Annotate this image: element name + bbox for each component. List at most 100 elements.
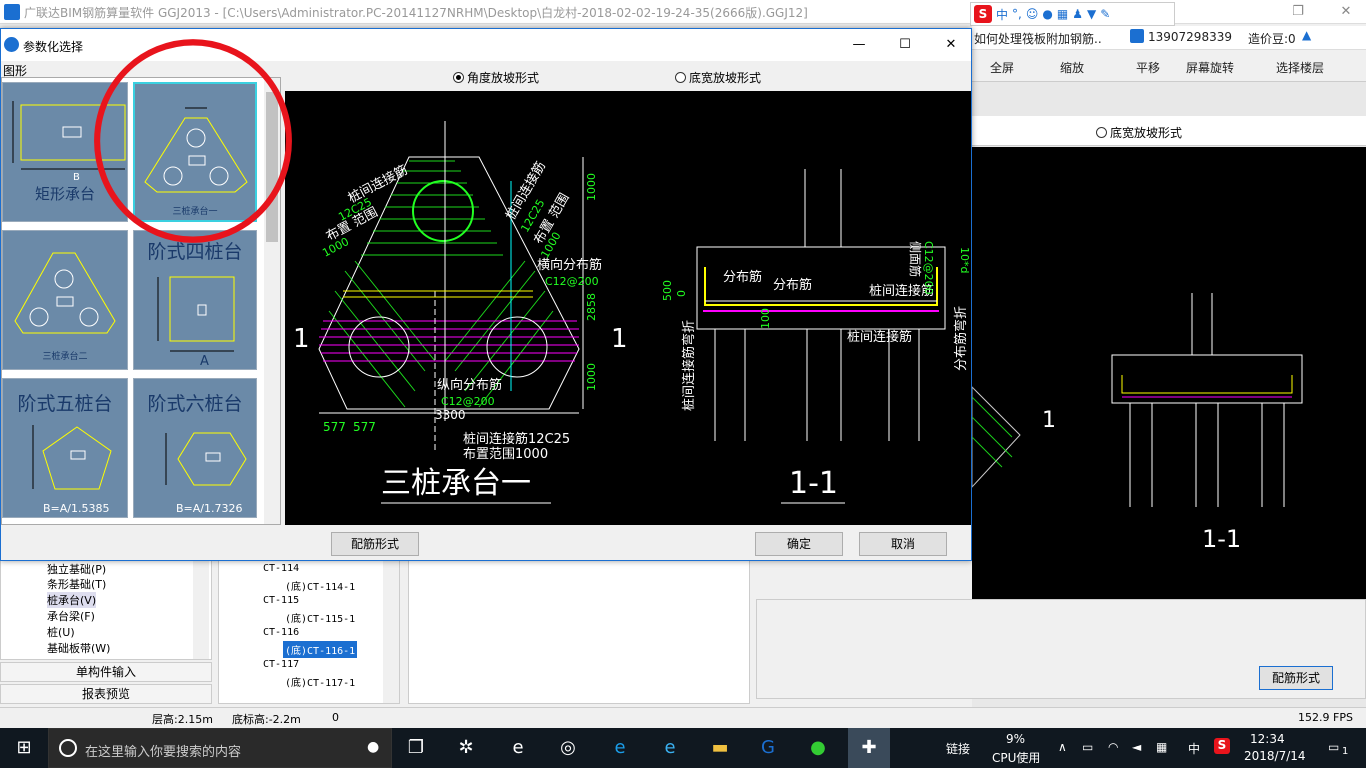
emoji-icon[interactable]: ☺	[1026, 7, 1039, 21]
shirt-icon[interactable]: ▼	[1087, 7, 1096, 21]
glodon-icon[interactable]: G	[756, 736, 780, 760]
lang-indicator[interactable]: 中	[1188, 740, 1200, 757]
volume-icon[interactable]: ◄	[1132, 740, 1141, 754]
swirl-app-icon[interactable]: ◎	[556, 736, 580, 760]
tray-chevron-icon[interactable]: ∧	[1058, 740, 1067, 754]
close-icon[interactable]: ✕	[941, 35, 961, 55]
fan-app-icon[interactable]: ✲	[454, 736, 478, 760]
bg-section-mark: 1	[1042, 408, 1056, 433]
zoom-button[interactable]: 缩放	[1060, 59, 1084, 76]
list-item[interactable]: (底)CT-115-1	[285, 610, 355, 625]
user-icon[interactable]: ♟	[1072, 7, 1083, 21]
wrench-icon[interactable]: ✎	[1100, 7, 1110, 21]
dim-577-b: 577	[353, 420, 376, 434]
list-scrollbar[interactable]	[383, 561, 399, 703]
clock-time[interactable]: 12:34	[1250, 732, 1285, 746]
list-item-selected[interactable]: (底)CT-116-1	[283, 641, 358, 658]
background-drawing-canvas: 1-1 1	[971, 147, 1366, 599]
phone-number[interactable]: 13907298339	[1148, 30, 1232, 44]
ggj-active-icon[interactable]: ✚	[848, 728, 890, 768]
ie-browser-icon[interactable]: e	[506, 736, 530, 760]
list-item[interactable]: (底)CT-114-1	[285, 578, 355, 593]
bg-rebar-form-button[interactable]: 配筋形式	[1259, 666, 1333, 690]
thumb-stepped-five-pile[interactable]: 阶式五桩台 B=A/1.5385	[2, 378, 128, 518]
clock-date[interactable]: 2018/7/14	[1244, 749, 1306, 763]
search-icon	[59, 739, 77, 757]
ie-icon[interactable]: e	[658, 736, 682, 760]
rebar-form-button[interactable]: 配筋形式	[331, 532, 419, 556]
list-item[interactable]: CT-116	[263, 627, 299, 638]
dim-3300: 3300	[435, 408, 466, 422]
label-pile-link-bottom-range: 布置范围1000	[463, 447, 548, 462]
green-app-icon[interactable]: ●	[806, 736, 830, 760]
ime-punct[interactable]: °,	[1012, 7, 1022, 21]
maximize-icon[interactable]: ☐	[895, 35, 915, 55]
tree-item-isolated-foundation[interactable]: 独立基础(P)	[47, 561, 106, 577]
fullscreen-button[interactable]: 全屏	[990, 59, 1014, 76]
list-item[interactable]: CT-114	[263, 563, 299, 574]
notice-link[interactable]: 如何处理筏板附加钢筋..	[974, 30, 1102, 47]
notification-icon[interactable]: ▭	[1328, 740, 1339, 754]
windows-start-icon[interactable]: ⊞	[12, 736, 36, 760]
radio-angle-slope[interactable]: 角度放坡形式	[453, 69, 539, 86]
section-label-bend-left: 桩间连接筋弯折	[681, 320, 697, 411]
tree-item-strip-foundation[interactable]: 条形基础(T)	[47, 576, 106, 592]
file-explorer-icon[interactable]: ▬	[708, 736, 732, 760]
edge-icon[interactable]: e	[608, 736, 632, 760]
mic-icon[interactable]: ●	[367, 739, 379, 755]
close-icon[interactable]: ✕	[1336, 2, 1356, 22]
view-toolbar: 全屏 缩放 平移 屏幕旋转 选择楼层	[972, 52, 1366, 82]
label-transverse: 横向分布筋	[537, 257, 602, 273]
section-label-dist1: 分布筋	[723, 269, 762, 285]
tray-link[interactable]: 链接	[946, 740, 970, 757]
taskbar-search[interactable]: 在这里输入你要搜索的内容 ●	[48, 728, 392, 768]
list-item[interactable]: (底)CT-117-1	[285, 674, 355, 689]
thumb-dim-a: A	[200, 354, 209, 369]
tree-scrollbar[interactable]	[193, 561, 209, 659]
label-pile-link-left: 桩间连接筋	[345, 162, 410, 207]
ok-button[interactable]: 确定	[755, 532, 843, 556]
ime-toolbar[interactable]: S 中 °, ☺ ● ▦ ♟ ▼ ✎	[970, 2, 1175, 26]
cap-list-tree[interactable]: CT-114 (底)CT-114-1 CT-115 (底)CT-115-1 CT…	[218, 560, 400, 704]
section-mark-right: 1	[611, 324, 628, 354]
keyboard-icon[interactable]: ▦	[1156, 740, 1167, 754]
minimize-icon[interactable]: —	[849, 35, 869, 55]
property-panel	[408, 560, 750, 704]
label-transverse-spec: C12@200	[545, 275, 599, 288]
radio-width-slope[interactable]: 底宽放坡形式	[675, 69, 761, 86]
tree-item-pile-cap[interactable]: 桩承台(V)	[47, 592, 97, 608]
keyboard-icon[interactable]: ▦	[1057, 7, 1068, 21]
thumb-dim: B=A/1.7326	[176, 502, 242, 515]
section-dim-0: 0	[675, 290, 688, 297]
bg-radio-width[interactable]: 底宽放坡形式	[1096, 124, 1182, 141]
bg-section-title: 1-1	[1202, 525, 1241, 553]
sogou-tray-icon[interactable]: S	[1214, 738, 1230, 754]
component-tree[interactable]: 独立基础(P) 条形基础(T) 桩承台(V) 承台梁(F) 桩(U) 基础板带(…	[0, 560, 212, 660]
screen-rotate-button[interactable]: 屏幕旋转	[1186, 59, 1234, 76]
report-preview-button[interactable]: 报表预览	[0, 684, 212, 704]
select-floor-button[interactable]: 选择楼层	[1276, 59, 1324, 76]
tree-item-cap-beam[interactable]: 承台梁(F)	[47, 608, 95, 624]
ime-lang[interactable]: 中	[996, 6, 1008, 23]
single-input-button[interactable]: 单构件输入	[0, 662, 212, 682]
cancel-button[interactable]: 取消	[859, 532, 947, 556]
battery-icon[interactable]: ▭	[1082, 740, 1093, 754]
task-view-icon[interactable]: ❐	[404, 736, 428, 760]
mic-icon[interactable]: ●	[1042, 7, 1052, 21]
dialog-title: 参数化选择	[23, 40, 84, 54]
thumb-dim-b: B	[73, 172, 80, 183]
thumb-stepped-six-pile[interactable]: 阶式六桩台 B=A/1.7326	[133, 378, 257, 518]
dialog-button-row: 配筋形式 确定 取消	[1, 526, 971, 560]
tree-item-foundation-strip[interactable]: 基础板带(W)	[47, 640, 110, 656]
pan-button[interactable]: 平移	[1136, 59, 1160, 76]
list-item[interactable]: CT-115	[263, 595, 299, 606]
restore-icon[interactable]: ❐	[1288, 2, 1308, 22]
sogou-logo-icon: S	[974, 5, 992, 23]
tree-item-pile[interactable]: 桩(U)	[47, 624, 75, 640]
wifi-icon[interactable]: ◠	[1108, 740, 1118, 754]
thumb-stepped-four-pile[interactable]: 阶式四桩台 A	[133, 230, 257, 370]
dim-2858: 2858	[585, 293, 598, 321]
bell-icon[interactable]: ▲	[1302, 28, 1311, 42]
thumb-three-pile-cap-2[interactable]: 三桩承台二	[2, 230, 128, 370]
list-item[interactable]: CT-117	[263, 659, 299, 670]
